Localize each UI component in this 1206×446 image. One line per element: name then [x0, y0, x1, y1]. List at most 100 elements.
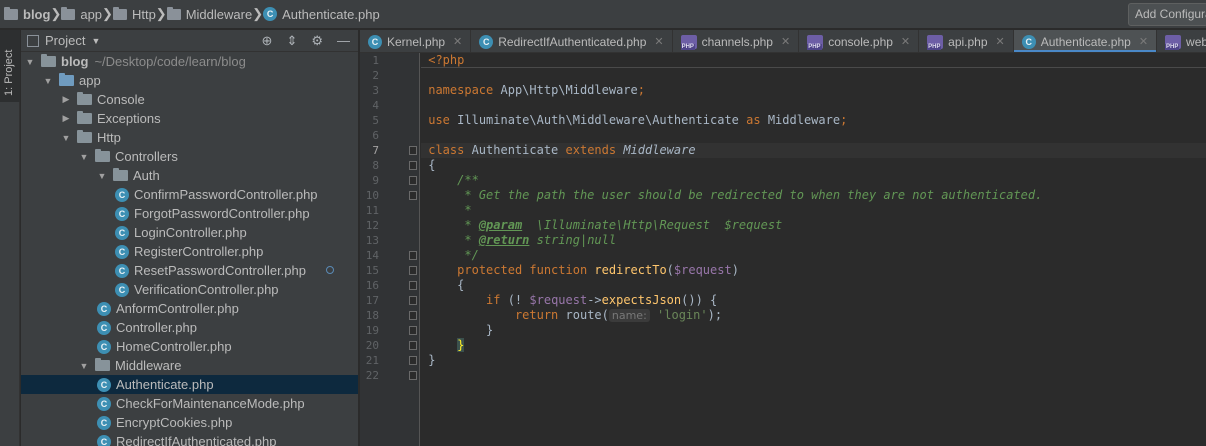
expanded-arrow-icon[interactable]: ▼ — [79, 361, 89, 371]
code-line[interactable]: { — [409, 158, 1206, 173]
code-line[interactable]: protected function redirectTo($request) — [409, 263, 1206, 278]
project-tool-window-tab[interactable]: 1: Project — [0, 30, 20, 102]
code-line[interactable]: class Authenticate extends Middleware — [409, 143, 1206, 158]
editor-tab[interactable]: C Authenticate.php ✕ — [1013, 30, 1158, 52]
close-icon[interactable]: ✕ — [901, 35, 910, 48]
collapse-all-icon[interactable]: ⇕ — [286, 33, 297, 49]
hide-panel-icon[interactable]: — — [337, 33, 350, 48]
tree-item[interactable]: C LoginController.php — [21, 223, 358, 242]
tree-item[interactable]: C RedirectIfAuthenticated.php — [21, 432, 358, 446]
fold-marker-icon[interactable] — [409, 326, 417, 335]
close-icon[interactable]: ✕ — [1139, 35, 1148, 48]
code-line[interactable]: } — [409, 353, 1206, 368]
close-icon[interactable]: ✕ — [654, 35, 663, 48]
tree-item[interactable]: C AnformController.php — [21, 299, 358, 318]
fold-marker-icon[interactable] — [409, 266, 417, 275]
tree-item[interactable]: C Controller.php — [21, 318, 358, 337]
tree-item[interactable]: ▼ blog ~/Desktop/code/learn/blog — [21, 52, 358, 71]
project-panel-title[interactable]: Project — [45, 33, 85, 48]
tree-item[interactable]: C ResetPasswordController.php — [21, 261, 358, 280]
fold-marker-icon[interactable] — [409, 341, 417, 350]
tree-item[interactable]: C ForgotPasswordController.php — [21, 204, 358, 223]
code-line[interactable] — [409, 368, 1206, 383]
code-token: class — [428, 143, 465, 157]
editor-tab[interactable]: C Kernel.php ✕ — [360, 30, 472, 52]
tree-item[interactable]: ▼ Auth — [21, 166, 358, 185]
tree-item[interactable]: C Authenticate.php — [21, 375, 358, 394]
tree-item[interactable]: ▼ Middleware — [21, 356, 358, 375]
code-editor[interactable]: 1 2 3 4 5 6 7 8 9 10 11 12 13 14 15 16 17 18 19 20 21 22 <?ph… — [326, 53, 1206, 446]
locate-file-icon[interactable]: ⊕ — [262, 33, 273, 49]
chevron-down-icon[interactable]: ▼ — [91, 36, 100, 46]
editor-tab[interactable]: C RedirectIfAuthenticated.php ✕ — [471, 30, 673, 52]
tree-item[interactable]: C HomeController.php — [21, 337, 358, 356]
fold-marker-icon[interactable] — [409, 161, 417, 170]
add-configuration-button[interactable]: Add Configura — [1128, 3, 1206, 26]
fold-marker-icon[interactable] — [409, 281, 417, 290]
tree-item[interactable]: C VerificationController.php — [21, 280, 358, 299]
folder-icon — [59, 73, 74, 86]
close-icon[interactable]: ✕ — [453, 35, 462, 48]
close-icon[interactable]: ✕ — [996, 35, 1005, 48]
fold-marker-icon[interactable] — [409, 311, 417, 320]
expanded-arrow-icon[interactable]: ▼ — [25, 57, 35, 67]
tree-item[interactable]: ▶ Exceptions — [21, 109, 358, 128]
tree-item[interactable]: ▼ Controllers — [21, 147, 358, 166]
fold-marker-icon[interactable] — [409, 296, 417, 305]
expanded-arrow-icon[interactable]: ▼ — [43, 76, 53, 86]
breadcrumb-item[interactable]: C Authenticate.php — [263, 7, 380, 22]
code-line[interactable]: * @param \Illuminate\Http\Request $reque… — [421, 218, 1206, 233]
code-line[interactable] — [421, 98, 1206, 113]
code-line[interactable]: /** — [409, 173, 1206, 188]
tree-item[interactable]: C EncryptCookies.php — [21, 413, 358, 432]
editor-tab-label: console.php — [828, 34, 893, 49]
collapsed-arrow-icon[interactable]: ▶ — [61, 94, 71, 105]
editor-tab[interactable]: web.php — [1157, 30, 1206, 52]
code-line[interactable]: <?php — [421, 53, 1206, 68]
tree-item[interactable]: C CheckForMaintenanceMode.php — [21, 394, 358, 413]
code-line[interactable]: * — [421, 203, 1206, 218]
breadcrumb-item[interactable]: app — [61, 6, 102, 22]
collapsed-arrow-icon[interactable]: ▶ — [61, 113, 71, 124]
tree-item[interactable]: ▶ Console — [21, 90, 358, 109]
code-line[interactable]: return route(name: 'login'); — [409, 308, 1206, 323]
tree-item-label: Authenticate.php — [116, 377, 214, 392]
tree-item-label: Middleware — [115, 358, 182, 373]
breadcrumb-item[interactable]: blog — [4, 6, 50, 22]
code-line[interactable]: use Illuminate\Auth\Middleware\Authentic… — [421, 113, 1206, 128]
code-line[interactable]: } — [409, 323, 1206, 338]
code-line[interactable]: * Get the path the user should be redire… — [409, 188, 1206, 203]
expanded-arrow-icon[interactable]: ▼ — [61, 133, 71, 143]
override-marker-icon[interactable] — [326, 266, 334, 274]
editor-tab[interactable]: channels.php ✕ — [673, 30, 800, 52]
code-line[interactable] — [421, 68, 1206, 83]
tree-item[interactable]: ▼ app — [21, 71, 358, 90]
breadcrumb-item[interactable]: Middleware — [166, 6, 252, 22]
fold-marker-icon[interactable] — [409, 356, 417, 365]
fold-marker-icon[interactable] — [409, 371, 417, 380]
close-icon[interactable]: ✕ — [781, 35, 790, 48]
tree-item[interactable]: C RegisterController.php — [21, 242, 358, 261]
code-token: protected function — [457, 263, 595, 277]
tree-item[interactable]: ▼ Http — [21, 128, 358, 147]
editor-tab[interactable]: console.php ✕ — [799, 30, 920, 52]
fold-marker-icon[interactable] — [409, 176, 417, 185]
tree-item[interactable]: C ConfirmPasswordController.php — [21, 185, 358, 204]
code-line[interactable]: * @return string|null — [421, 233, 1206, 248]
fold-marker-icon[interactable] — [409, 191, 417, 200]
breadcrumb-item[interactable]: Http — [112, 6, 156, 22]
fold-marker-icon[interactable] — [409, 251, 417, 260]
code-line[interactable]: { — [409, 278, 1206, 293]
code-token: } — [428, 353, 436, 367]
code-line[interactable]: namespace App\Http\Middleware; — [421, 83, 1206, 98]
fold-marker-icon[interactable] — [409, 146, 417, 155]
expanded-arrow-icon[interactable]: ▼ — [79, 152, 89, 162]
gear-icon[interactable]: ⚙ — [311, 33, 323, 49]
expanded-arrow-icon[interactable]: ▼ — [97, 171, 107, 181]
code-line[interactable]: */ — [409, 248, 1206, 263]
code-line[interactable]: } — [409, 338, 1206, 353]
code-line[interactable]: if (! $request->expectsJson()) { — [409, 293, 1206, 308]
editor-tab[interactable]: api.php ✕ — [919, 30, 1014, 52]
code-lines[interactable]: <?php namespace App\Http\Middleware; use… — [409, 53, 1206, 383]
code-line[interactable] — [421, 128, 1206, 143]
